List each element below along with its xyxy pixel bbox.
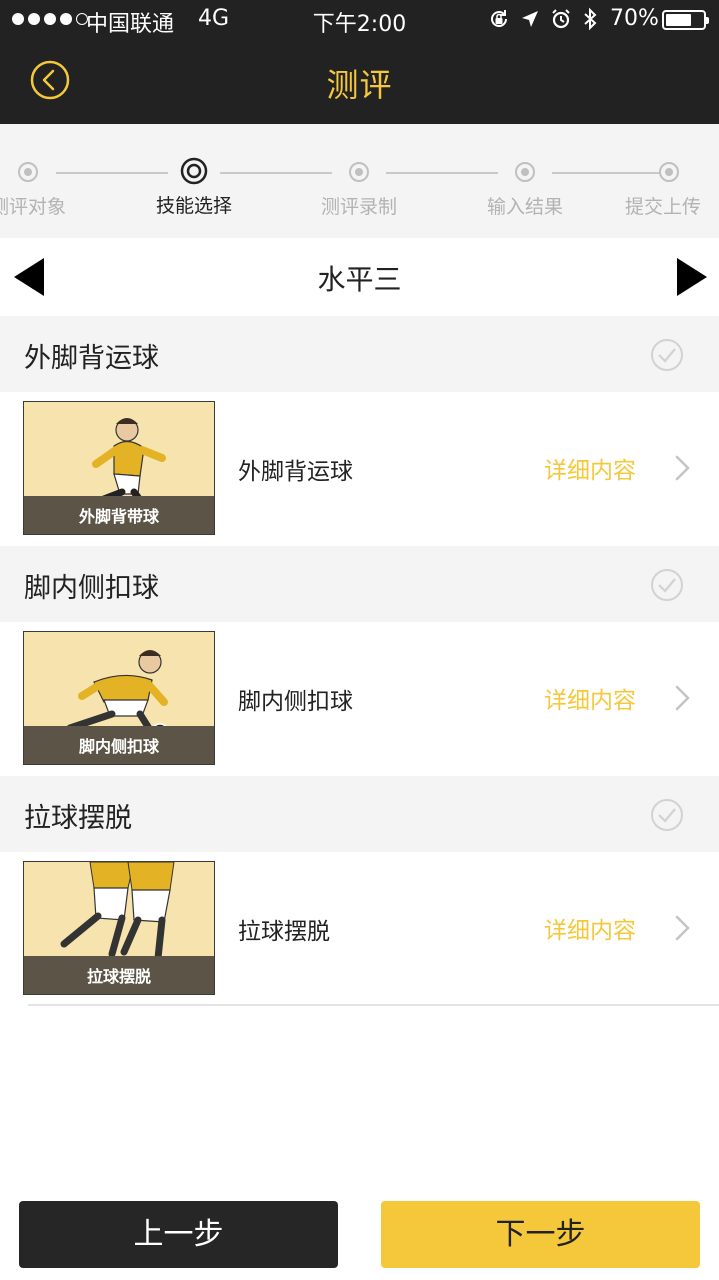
status-bar: 中国联通 4G 下午2:00 70%: [0, 0, 719, 40]
skill-group-title: 外脚背运球: [24, 343, 159, 374]
skill-name: 外脚背运球: [238, 459, 353, 485]
check-circle-icon[interactable]: [650, 568, 684, 602]
progress-stepper: 测评对象 技能选择 测评录制 输入结果: [0, 124, 719, 238]
list-divider: [28, 1004, 719, 1006]
step-4: 输入结果: [465, 160, 585, 219]
skill-group-header: 拉球摆脱: [0, 776, 719, 853]
skill-group-header: 脚内侧扣球: [0, 546, 719, 623]
status-icons: [488, 7, 598, 31]
next-level-arrow-icon[interactable]: [675, 256, 709, 298]
step-1: 测评对象: [0, 160, 88, 219]
level-title: 水平三: [317, 263, 402, 296]
step-2-active: 技能选择: [134, 156, 254, 218]
step-circle-icon: [349, 162, 369, 182]
rotation-lock-icon: [491, 10, 507, 27]
battery-percentage: 70%: [610, 6, 659, 31]
step-label: 提交上传: [624, 196, 701, 218]
skill-thumbnail: 外脚背带球: [23, 401, 215, 535]
nav-bar: 测评: [0, 40, 719, 124]
step-5: 提交上传: [603, 160, 719, 219]
check-circle-icon[interactable]: [650, 798, 684, 832]
detail-link[interactable]: 详细内容: [544, 681, 636, 715]
detail-link[interactable]: 详细内容: [544, 451, 636, 485]
battery-fill: [666, 14, 691, 26]
battery-icon: [662, 10, 709, 30]
step-circle-icon: [659, 162, 679, 182]
app-screen: 中国联通 4G 下午2:00 70% 测评 评对象 技能选择 测评录制 输入结果…: [0, 0, 719, 1280]
step-circle-icon: [18, 162, 38, 182]
level-selector: 水平三: [0, 238, 719, 316]
skill-thumbnail: 拉球摆脱: [23, 861, 215, 995]
step-3: 测评录制: [299, 160, 419, 219]
detail-link[interactable]: 详细内容: [544, 911, 636, 945]
thumbnail-caption: 外脚背带球: [78, 507, 159, 526]
previous-step-button[interactable]: 上一步: [19, 1201, 338, 1268]
bluetooth-icon: [584, 7, 597, 31]
skill-group-title: 拉球摆脱: [24, 803, 132, 834]
thumbnail-caption: 脚内侧扣球: [78, 737, 159, 756]
skill-row[interactable]: 拉球摆脱 拉球摆脱 详细内容: [0, 852, 719, 1006]
step-circle-icon: [515, 162, 535, 182]
step-label: 输入结果: [486, 196, 563, 218]
chevron-right-icon: [675, 915, 690, 941]
page-title: 测评: [326, 66, 393, 104]
skill-group-header: 外脚背运球: [0, 316, 719, 393]
check-circle-icon[interactable]: [650, 338, 684, 372]
step-label: 技能选择: [155, 195, 232, 217]
skill-thumbnail: 脚内侧扣球: [23, 631, 215, 765]
chevron-right-icon: [675, 685, 690, 711]
next-step-button[interactable]: 下一步: [381, 1201, 700, 1268]
skill-group-title: 脚内侧扣球: [24, 573, 159, 604]
skill-row[interactable]: 脚内侧扣球 脚内侧扣球 详细内容: [0, 622, 719, 776]
chevron-right-icon: [675, 455, 690, 481]
alarm-clock-icon: [552, 9, 570, 29]
thumbnail-caption: 拉球摆脱: [86, 967, 151, 986]
step-label: 测评录制: [320, 196, 397, 218]
step-active-circle-icon: [180, 157, 208, 185]
skill-row[interactable]: 外脚背带球 外脚背运球 详细内容: [0, 392, 719, 546]
location-arrow-icon: [522, 11, 538, 27]
skill-name: 脚内侧扣球: [238, 689, 353, 715]
skill-name: 拉球摆脱: [238, 919, 330, 945]
step-label: 测评对象: [0, 196, 66, 218]
